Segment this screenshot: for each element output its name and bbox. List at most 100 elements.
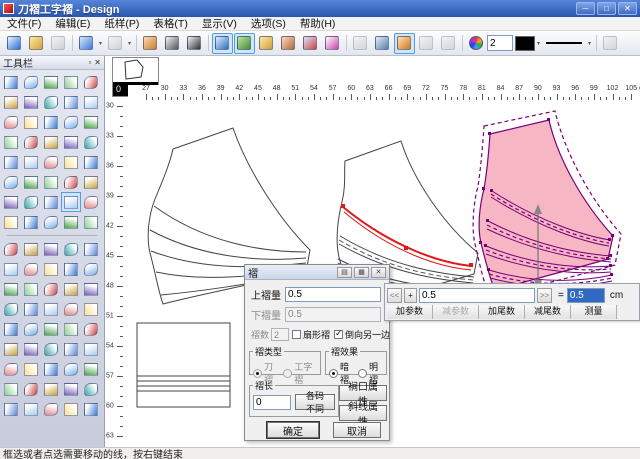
palette-tool-37[interactable] [41,212,61,232]
upper-pleat-input[interactable] [285,287,381,302]
palette-tool-51[interactable] [21,279,41,299]
undo-caret[interactable]: ▾ [97,40,104,47]
palette-tool-45[interactable] [1,259,21,279]
open-file-button[interactable] [26,33,47,54]
palette-tool-84[interactable] [81,399,101,419]
prev-param-button[interactable]: << [387,288,402,303]
sub-tail-button[interactable]: 减尾数 [525,305,571,319]
palette-tool-72[interactable] [41,359,61,379]
palette-tool-55[interactable] [1,299,21,319]
palette-tool-20[interactable] [1,152,21,172]
brush-tool-button[interactable] [278,33,299,54]
palette-tool-71[interactable] [21,359,41,379]
palette-tool-70[interactable] [1,359,21,379]
palette-tool-63[interactable] [61,319,81,339]
palette-tool-15[interactable] [1,132,21,152]
palette-tool-14[interactable] [81,112,101,132]
palette-tool-9[interactable] [81,92,101,112]
waistband-piece[interactable] [137,323,230,407]
palette-tool-25[interactable] [1,172,21,192]
redo-caret[interactable]: ▾ [126,40,133,47]
palette-tool-54[interactable] [81,279,101,299]
blocks-tool-button[interactable] [300,33,321,54]
palette-tool-76[interactable] [21,379,41,399]
palette-tool-3[interactable] [61,72,81,92]
pattern-piece-selected[interactable] [473,111,621,298]
menu-item-1[interactable]: 编辑(E) [48,17,97,31]
palette-tool-30[interactable] [1,192,21,212]
palette-tool-4[interactable] [81,72,101,92]
palette-tool-82[interactable] [41,399,61,419]
palette-tool-29[interactable] [81,172,101,192]
palette-tool-77[interactable] [41,379,61,399]
menu-item-2[interactable]: 纸样(P) [97,17,146,31]
close-button[interactable]: ✕ [618,2,637,15]
palette-tool-73[interactable] [61,359,81,379]
palette-tool-38[interactable] [61,212,81,232]
pleat-dialog-titlebar[interactable]: 褶 ▤ ▦ ✕ [245,265,389,280]
palette-tool-49[interactable] [81,259,101,279]
palette-tool-57[interactable] [41,299,61,319]
palette-tool-24[interactable] [81,152,101,172]
palette-tool-28[interactable] [61,172,81,192]
palette-tool-48[interactable] [61,259,81,279]
flip-side-checkbox[interactable] [334,330,343,339]
palette-tool-7[interactable] [41,92,61,112]
palette-tool-35[interactable] [1,212,21,232]
palette-tool-41[interactable] [21,239,41,259]
slash-props-button[interactable]: 斜线属性 [339,405,387,421]
line-color-caret[interactable]: ▾ [535,40,542,47]
palette-tool-64[interactable] [81,319,101,339]
line-style-caret[interactable]: ▾ [586,40,593,47]
next-param-button[interactable]: >> [537,288,552,303]
palette-tool-44[interactable] [81,239,101,259]
palette-tool-1[interactable] [21,72,41,92]
menu-item-6[interactable]: 帮助(H) [293,17,343,31]
palette-tool-80[interactable] [1,399,21,419]
palette-tool-31[interactable] [21,192,41,212]
palette-tool-39[interactable] [81,212,101,232]
palette-tool-10[interactable] [1,112,21,132]
maximize-button[interactable]: □ [597,2,616,15]
palette-tool-22[interactable] [41,152,61,172]
undo-button[interactable] [76,33,97,54]
palette-tool-12[interactable] [41,112,61,132]
palette-tool-61[interactable] [21,319,41,339]
palette-tool-83[interactable] [61,399,81,419]
ok-button[interactable]: 确定 [267,422,319,438]
palette-tool-32[interactable] [41,192,61,212]
stitch-tool-button[interactable] [394,33,415,54]
palette-tool-8[interactable] [61,92,81,112]
selected-curve[interactable] [341,204,473,270]
palette-tool-81[interactable] [21,399,41,419]
palette-tool-27[interactable] [41,172,61,192]
menu-item-4[interactable]: 显示(V) [195,17,244,31]
dialog-dock-button[interactable]: ▤ [337,267,352,278]
new-file-button[interactable] [4,33,25,54]
palette-tool-43[interactable] [61,239,81,259]
palette-tool-18[interactable] [61,132,81,152]
palette-tool-68[interactable] [61,339,81,359]
palette-tool-62[interactable] [41,319,61,339]
color-wheel-button[interactable] [466,33,487,54]
palette-tool-47[interactable] [41,259,61,279]
palette-tool-74[interactable] [81,359,101,379]
menu-item-3[interactable]: 表格(T) [146,17,194,31]
palette-tool-16[interactable] [21,132,41,152]
palette-tool-17[interactable] [41,132,61,152]
palette-tool-2[interactable] [41,72,61,92]
knife-tool-button[interactable] [140,33,161,54]
palette-tool-60[interactable] [1,319,21,339]
measure-button[interactable]: 测量 [571,305,617,319]
dock-pin-icon[interactable]: ▫ [88,58,91,68]
plus-button[interactable]: + [404,288,417,303]
palette-tool-78[interactable] [61,379,81,399]
palette-tool-42[interactable] [41,239,61,259]
add-tail-button[interactable]: 加尾数 [479,305,525,319]
palette-tool-46[interactable] [21,259,41,279]
palette-tool-53[interactable] [61,279,81,299]
table-tool-button[interactable] [162,33,183,54]
palette-tool-56[interactable] [21,299,41,319]
line-width-input[interactable] [487,35,513,51]
dialog-rollup-button[interactable]: ▦ [354,267,369,278]
